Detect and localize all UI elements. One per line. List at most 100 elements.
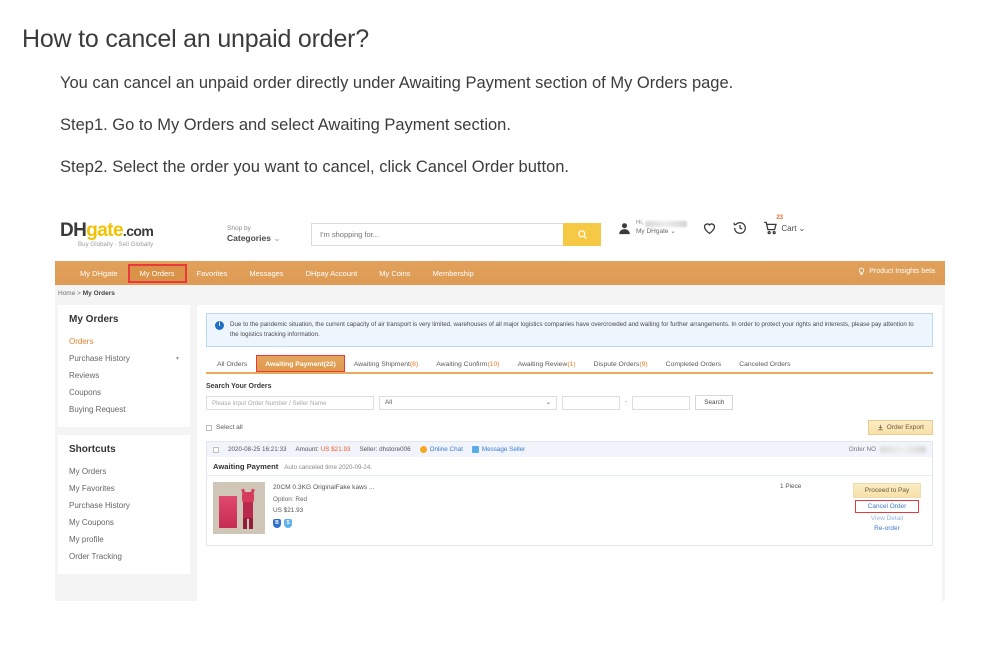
tab-awaiting-confirm[interactable]: Awaiting Confirm(10) [427, 356, 508, 372]
categories-label: Categories [227, 233, 271, 244]
order-auto-cancel-note: Auto canceled time 2020-09-24. [284, 464, 372, 472]
order-card: 2020-08-25 16:21:33 Amount: US $21.93 Se… [206, 441, 933, 547]
tab-awaiting-shipment[interactable]: Awaiting Shipment(8) [345, 356, 427, 372]
chevron-down-icon: ▾ [175, 356, 179, 362]
select-all-checkbox[interactable] [206, 424, 212, 431]
sidebar-shortcuts-card: Shortcuts My Orders My Favorites Purchas… [58, 435, 190, 574]
tab-completed-orders[interactable]: Completed Orders [657, 356, 731, 372]
order-item-row: 20CM 0.3KG OriginalFake kaws ... Option:… [207, 475, 932, 546]
info-icon: i [215, 321, 224, 330]
sidebar-my-orders-card: My Orders Orders Purchase History ▾ Revie… [58, 305, 190, 427]
shortcut-my-coupons[interactable]: My Coupons [69, 514, 179, 531]
shortcut-order-tracking[interactable]: Order Tracking [69, 548, 179, 565]
product-figure-shape [240, 488, 256, 530]
product-name[interactable]: 20CM 0.3KG OriginalFake kaws ... [273, 482, 772, 494]
order-export-button[interactable]: Order Export [867, 420, 933, 436]
order-card-header: 2020-08-25 16:21:33 Amount: US $21.93 Se… [207, 442, 932, 458]
product-price: US $21.93 [273, 506, 304, 514]
date-to-input[interactable] [632, 395, 691, 410]
nav-item-my-orders[interactable]: My Orders [127, 263, 187, 283]
order-number-label: Order NO [848, 446, 876, 454]
nav-item-messages[interactable]: Messages [238, 265, 294, 282]
buyer-protection-icon: B [273, 519, 281, 529]
tab-awaiting-payment[interactable]: Awaiting Payment(22) [256, 355, 345, 373]
shortcut-my-orders[interactable]: My Orders [69, 463, 179, 480]
sidebar-item-reviews[interactable]: Reviews [69, 367, 179, 384]
sidebar-item-purchase-history[interactable]: Purchase History ▾ [69, 350, 179, 367]
breadcrumb: Home > My Orders [55, 285, 945, 301]
cart-menu[interactable]: 23 Cart ⌄ [762, 215, 805, 236]
list-toolbar: Select all Order Export [206, 420, 933, 436]
message-seller-button[interactable]: Message Seller [471, 446, 525, 454]
order-type-select[interactable]: All ⌄ [379, 395, 557, 410]
site-search[interactable] [311, 223, 601, 246]
reorder-link[interactable]: Re-order [874, 525, 900, 532]
logo-text-dh: DH [60, 220, 87, 241]
tab-count: (9) [639, 361, 648, 369]
logo-text-gate: gate [86, 220, 123, 241]
tab-canceled-orders[interactable]: Canceled Orders [730, 356, 799, 372]
shop-by-categories[interactable]: Shop by Categories ⌄ [227, 225, 280, 244]
history-icon[interactable] [732, 220, 748, 236]
date-from-input[interactable] [562, 395, 620, 410]
view-detail-link[interactable]: View Detail [871, 515, 903, 522]
avatar-icon [619, 222, 630, 234]
nav-item-dhpay-account[interactable]: DHpay Account [295, 265, 369, 282]
article-body: You can cancel an unpaid order directly … [60, 74, 920, 199]
heart-icon[interactable] [701, 220, 718, 236]
order-select-checkbox[interactable] [213, 446, 219, 453]
cancel-order-button[interactable]: Cancel Order [855, 500, 919, 514]
dhgate-logo[interactable]: DHgate.com Buy Globally · Sell Globally [60, 220, 154, 248]
select-all-label: Select all [216, 424, 243, 432]
sidebar-item-buying-request[interactable]: Buying Request [69, 401, 179, 418]
tab-all-orders[interactable]: All Orders [208, 356, 256, 372]
search-button[interactable] [563, 223, 601, 246]
page-body: My Orders Orders Purchase History ▾ Revie… [55, 301, 945, 601]
sidebar-item-coupons[interactable]: Coupons [69, 384, 179, 401]
search-orders-label: Search Your Orders [206, 383, 272, 391]
account-menu[interactable]: Hi, My DHgate ⌄ [617, 220, 688, 236]
shortcut-my-profile[interactable]: My profile [69, 531, 179, 548]
shortcut-label: My Orders [69, 467, 107, 476]
tab-dispute-orders[interactable]: Dispute Orders(9) [585, 356, 657, 372]
product-thumbnail[interactable] [213, 482, 265, 535]
sidebar-title: My Orders [69, 314, 119, 325]
tab-label: Completed Orders [665, 361, 722, 369]
nav-item-my-coins[interactable]: My Coins [368, 265, 421, 282]
sidebar-item-label: Buying Request [69, 405, 126, 414]
sidebar-shortcuts-title: Shortcuts [69, 444, 116, 455]
nav-item-membership[interactable]: Membership [422, 265, 485, 282]
search-orders-form: Please input Order Number / Seller Name … [206, 395, 933, 411]
nav-item-my-dhgate[interactable]: My DHgate [69, 265, 129, 282]
account-label: My DHgate [636, 227, 669, 235]
nav-item-favorites[interactable]: Favorites [186, 265, 239, 282]
shortcut-my-favorites[interactable]: My Favorites [69, 480, 179, 497]
order-amount-label: Amount: [295, 446, 319, 454]
tab-awaiting-review[interactable]: Awaiting Review(1) [509, 356, 585, 372]
online-chat-label: Online Chat [429, 446, 463, 454]
select-all-control[interactable]: Select all [206, 424, 243, 431]
online-chat-button[interactable]: Online Chat [419, 446, 463, 454]
tab-count: (1) [567, 361, 576, 369]
breadcrumb-home[interactable]: Home [58, 290, 75, 297]
article-paragraph-step2: Step2. Select the order you want to canc… [60, 157, 570, 176]
search-orders-button[interactable]: Search [695, 395, 734, 411]
product-info: 20CM 0.3KG OriginalFake kaws ... Option:… [273, 482, 772, 539]
order-number-redacted [880, 446, 926, 454]
shortcut-label: Purchase History [69, 501, 130, 510]
page-title: How to cancel an unpaid order? [22, 24, 370, 53]
download-icon [877, 425, 883, 431]
chevron-down-icon: ⌄ [670, 227, 676, 235]
product-badges: B S [273, 519, 772, 529]
mail-icon [471, 446, 479, 454]
logo-text-com: .com [122, 223, 154, 239]
chat-icon [419, 446, 427, 454]
search-input[interactable] [312, 224, 563, 245]
shortcut-purchase-history[interactable]: Purchase History [69, 497, 179, 514]
sidebar-item-orders[interactable]: Orders [69, 333, 179, 350]
product-insights-link[interactable]: Product Insights beta [857, 266, 935, 277]
proceed-to-pay-button[interactable]: Proceed to Pay [853, 483, 921, 499]
primary-nav: My DHgate My Orders Favorites Messages D… [55, 261, 945, 285]
order-keyword-input[interactable]: Please input Order Number / Seller Name [206, 395, 374, 410]
shield-icon: S [284, 519, 292, 529]
